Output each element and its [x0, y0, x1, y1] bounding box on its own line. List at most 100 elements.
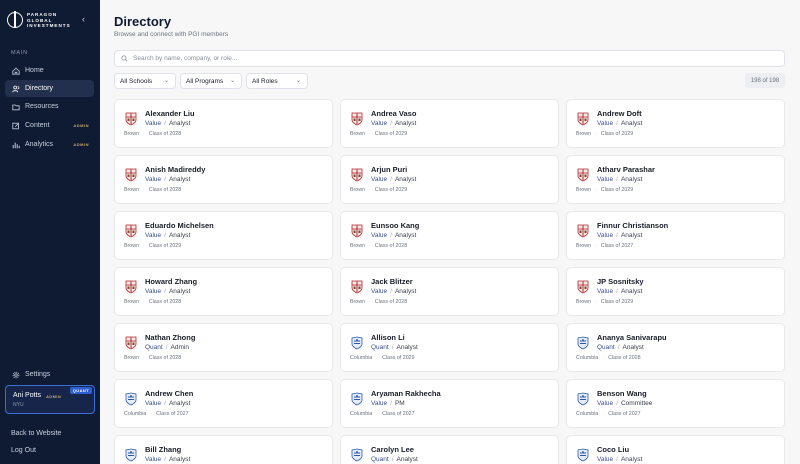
programs-filter-value: All Programs [186, 77, 224, 85]
member-role: Value / Analyst [145, 176, 190, 183]
meta-separator: · [143, 187, 145, 193]
nav-section-label: MAIN [11, 50, 28, 56]
member-card[interactable]: Arjun Puri Value / Analyst Brown · Class of 20… [340, 155, 559, 204]
sidebar-item-settings[interactable]: Settings [5, 366, 94, 383]
logout-link[interactable]: Log Out [11, 447, 36, 454]
brown-crest-icon [125, 280, 137, 294]
user-card[interactable]: QUANT Ani Potts ADMIN NYU [5, 385, 95, 414]
member-school: Brown [124, 243, 140, 249]
brown-crest-icon [351, 168, 363, 182]
member-card[interactable]: Andrew Doft Value / Analyst Brown · Class of 2… [566, 99, 785, 148]
member-card[interactable]: Allison Li Quant / Analyst Columbia · Class of… [340, 323, 559, 372]
member-card[interactable]: Aryaman Rakhecha Value / PM Columbia · Class o… [340, 379, 559, 428]
sidebar-item-resources[interactable]: Resources [5, 98, 94, 115]
programs-filter[interactable]: All Programs ⌄ [180, 73, 242, 89]
sidebar-item-label: Directory [25, 85, 54, 92]
sidebar-item-content[interactable]: Content ADMIN [5, 117, 94, 134]
role-badge: QUANT [69, 387, 92, 394]
member-position: Analyst [168, 400, 191, 407]
member-card[interactable]: JP Sosnitsky Value / Analyst Brown · Class of … [566, 267, 785, 316]
page-title: Directory [114, 14, 172, 29]
member-card[interactable]: Nathan Zhong Quant / Admin Brown · Class of 20… [114, 323, 333, 372]
role-separator: / [164, 456, 166, 463]
gear-icon [11, 370, 20, 379]
member-meta: Columbia · Class of 2028 [576, 355, 641, 361]
brand-line-3: INVESTMENTS [27, 23, 71, 29]
chevron-down-icon: ⌄ [163, 78, 169, 84]
member-card[interactable]: Alexander Liu Value / Analyst Brown · Class of… [114, 99, 333, 148]
edit-icon [11, 121, 20, 130]
member-class: Class of 2027 [608, 411, 641, 417]
back-to-website-link[interactable]: Back to Website [11, 430, 61, 437]
member-role: Quant / Admin [145, 344, 189, 351]
member-position: Committee [620, 400, 653, 407]
search-input[interactable] [133, 55, 733, 62]
folder-icon [11, 102, 20, 111]
member-role: Value / Analyst [597, 176, 642, 183]
member-meta: Brown · Class of 2027 [576, 243, 633, 249]
member-position: Analyst [168, 232, 191, 239]
member-meta: Columbia · Class of 2027 [576, 411, 641, 417]
meta-separator: · [369, 131, 371, 137]
member-school: Brown [350, 243, 366, 249]
member-school: Brown [576, 243, 592, 249]
member-card[interactable]: Andrea Vaso Value / Analyst Brown · Class of 2… [340, 99, 559, 148]
member-card[interactable]: Atharv Parashar Value / Analyst Brown · Class … [566, 155, 785, 204]
users-icon [11, 84, 20, 93]
brown-crest-icon [577, 168, 589, 182]
member-card[interactable]: Benson Wang Value / Committee Columbia · Class… [566, 379, 785, 428]
member-class: Class of 2028 [608, 355, 641, 361]
member-name: Bill Zhang [145, 445, 182, 454]
schools-filter[interactable]: All Schools ⌄ [114, 73, 176, 89]
brand-name: PARAGON GLOBAL INVESTMENTS [27, 12, 71, 29]
member-team: Quant [371, 344, 389, 351]
search-bar[interactable] [114, 50, 785, 67]
member-card[interactable]: Howard Zhang Value / Analyst Brown · Class of … [114, 267, 333, 316]
member-card[interactable]: Eunsoo Kang Value / Analyst Brown · Class of 2… [340, 211, 559, 260]
member-card[interactable]: Ananya Sanivarapu Quant / Analyst Columbia · C… [566, 323, 785, 372]
sidebar-item-analytics[interactable]: Analytics ADMIN [5, 136, 94, 153]
member-role: Value / Analyst [145, 120, 190, 127]
member-card[interactable]: Eduardo Michelsen Value / Analyst Brown · Clas… [114, 211, 333, 260]
roles-filter-value: All Roles [252, 77, 278, 85]
role-separator: / [617, 344, 620, 351]
member-name: Alexander Liu [145, 109, 195, 118]
member-name: Jack Blitzer [371, 277, 413, 286]
member-meta: Brown · Class of 2029 [124, 243, 181, 249]
member-class: Class of 2028 [374, 243, 408, 249]
role-separator: / [391, 456, 394, 463]
member-card[interactable]: Finnur Christianson Value / Analyst Brown · Cl… [566, 211, 785, 260]
member-name: Andrew Chen [145, 389, 194, 398]
member-card[interactable]: Carolyn LeeQuant/AnalystColumbia [340, 435, 559, 464]
sidebar-item-directory[interactable]: Directory [5, 80, 94, 97]
meta-separator: · [369, 243, 371, 249]
member-team: Value [597, 400, 614, 407]
collapse-sidebar-icon[interactable]: ‹ [82, 14, 85, 24]
roles-filter[interactable]: All Roles ⌄ [246, 73, 308, 89]
member-card[interactable]: Anish Madireddy Value / Analyst Brown · Class … [114, 155, 333, 204]
meta-separator: · [602, 411, 605, 417]
member-role: Value / Analyst [597, 456, 642, 463]
member-school: Columbia [576, 411, 599, 417]
member-class: Class of 2027 [600, 243, 634, 249]
meta-separator: · [376, 411, 379, 417]
member-school: Brown [350, 187, 366, 193]
member-role: Value / PM [371, 400, 405, 407]
member-card[interactable]: Bill ZhangValue/AnalystColumbia [114, 435, 333, 464]
member-card[interactable]: Jack Blitzer Value / Analyst Brown · Class of … [340, 267, 559, 316]
member-class: Class of 2027 [156, 411, 189, 417]
meta-separator: · [369, 299, 371, 305]
home-icon [11, 66, 20, 75]
sidebar-item-home[interactable]: Home [5, 62, 94, 79]
member-card[interactable]: Andrew Chen Value / Analyst Columbia · Class o… [114, 379, 333, 428]
member-meta: Brown · Class of 2028 [124, 299, 181, 305]
columbia-crest-icon [125, 448, 137, 462]
member-meta: Columbia · Class of 2027 [124, 411, 189, 417]
brand-logo[interactable]: PARAGON GLOBAL INVESTMENTS [7, 11, 71, 29]
member-role: Value / Analyst [371, 288, 416, 295]
member-card[interactable]: Coco LiuValue/AnalystColumbia [566, 435, 785, 464]
member-position: Analyst [168, 176, 191, 183]
member-position: Analyst [620, 176, 643, 183]
member-team: Value [145, 456, 162, 463]
member-name: Eunsoo Kang [371, 221, 420, 230]
